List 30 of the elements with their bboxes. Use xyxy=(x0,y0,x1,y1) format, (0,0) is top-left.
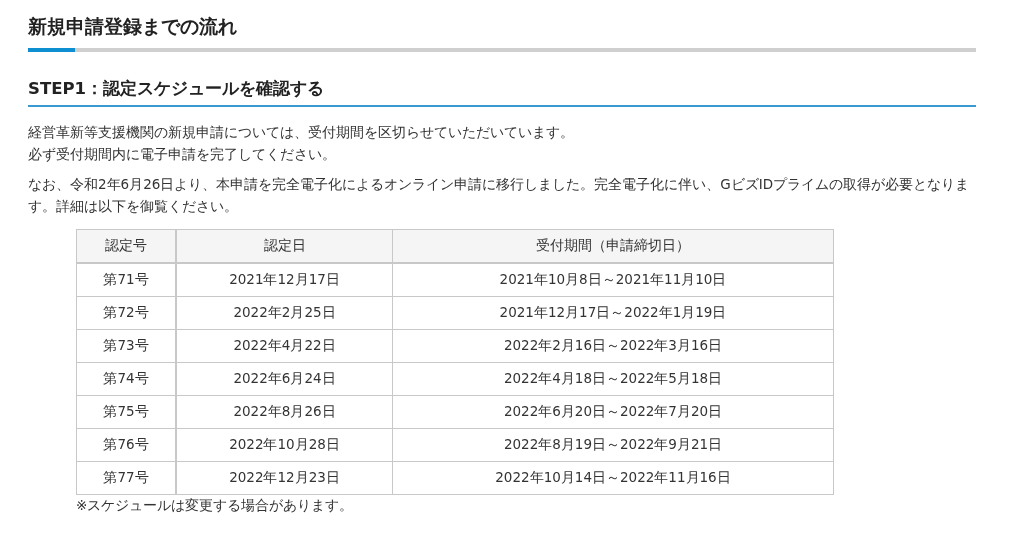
table-cell: 2022年8月26日 xyxy=(176,395,393,429)
note-text: ※スケジュールは変更する場合があります。 xyxy=(76,497,355,515)
table-cell: 第74号 xyxy=(76,362,176,396)
table-cell: 第72号 xyxy=(76,296,176,330)
page-title: 新規申請登録までの流れ xyxy=(28,14,238,39)
table-cell: 2022年10月14日～2022年11月16日 xyxy=(392,461,834,495)
table-cell: 2021年12月17日～2022年1月19日 xyxy=(392,296,834,330)
table-cell: 2022年6月20日～2022年7月20日 xyxy=(392,395,834,429)
step-heading: STEP1：認定スケジュールを確認する xyxy=(28,78,976,107)
table-cell: 第71号 xyxy=(76,263,176,297)
column-header: 認定号 xyxy=(76,229,176,263)
table-cell: 2022年6月24日 xyxy=(176,362,393,396)
table-cell: 第73号 xyxy=(76,329,176,363)
table-cell: 2022年4月22日 xyxy=(176,329,393,363)
table-cell: 第75号 xyxy=(76,395,176,429)
table-cell: 2022年2月25日 xyxy=(176,296,393,330)
table-cell: 2022年2月16日～2022年3月16日 xyxy=(392,329,834,363)
table-cell: 第77号 xyxy=(76,461,176,495)
table-cell: 2022年4月18日～2022年5月18日 xyxy=(392,362,834,396)
table-cell: 2022年12月23日 xyxy=(176,461,393,495)
column-header: 認定日 xyxy=(176,229,393,263)
table-cell: 2022年8月19日～2022年9月21日 xyxy=(392,428,834,462)
column-header: 受付期間（申請締切日） xyxy=(392,229,834,263)
table-cell: 2022年10月28日 xyxy=(176,428,393,462)
paragraph-text: 経営革新等支援機関の新規申請については、受付期間を区切らせていただいています。 xyxy=(28,123,575,142)
table-cell: 2021年12月17日 xyxy=(176,263,393,297)
paragraph-text: なお、令和2年6月26日より、本申請を完全電子化によるオンライン申請に移行しました。完全電子化に伴い、GビズIDプライムの取得が必要となります。詳細は以下を御覧ください。 xyxy=(28,175,971,216)
paragraph-text: 必ず受付期間内に電子申請を完了してください。 xyxy=(28,145,337,164)
table-cell: 2021年10月8日～2021年11月10日 xyxy=(392,263,834,297)
table-cell: 第76号 xyxy=(76,428,176,462)
